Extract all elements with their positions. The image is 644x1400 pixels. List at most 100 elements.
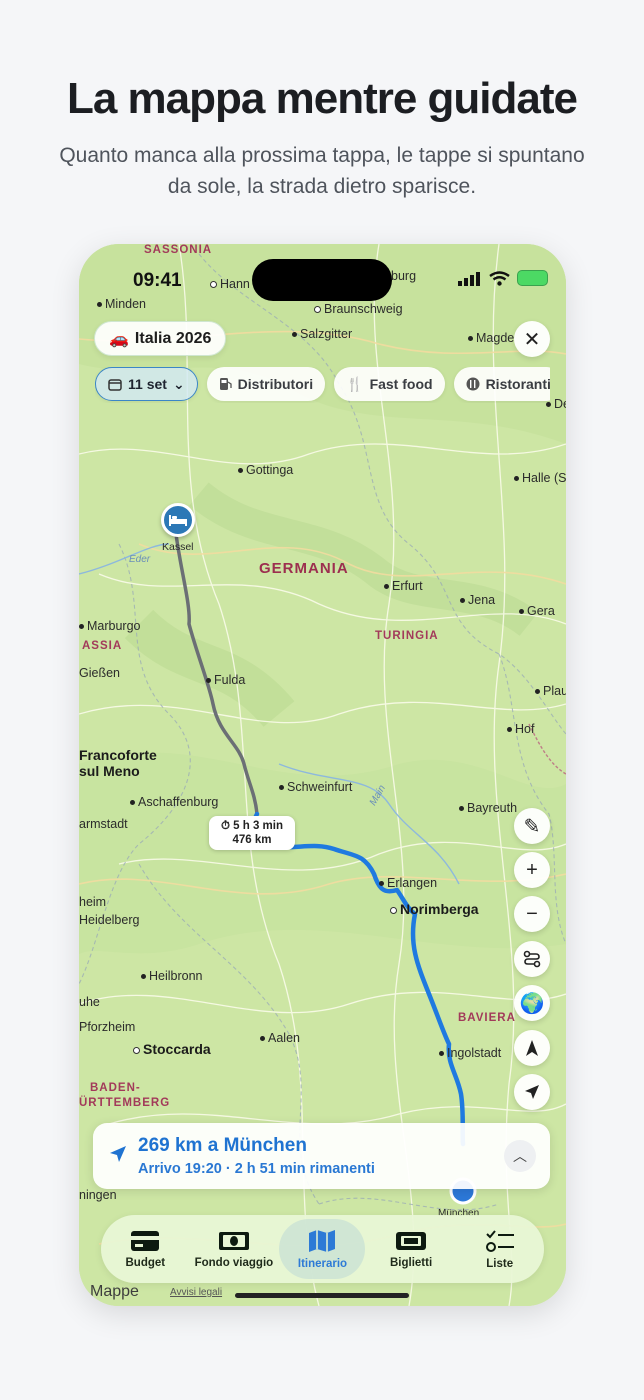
trip-selector[interactable]: 🚗 Italia 2026 (94, 321, 227, 356)
segment-duration-badge: ⏱ 5 h 3 min 476 km (209, 816, 295, 850)
plus-icon: + (526, 858, 538, 881)
minus-icon: − (526, 902, 538, 925)
compass-button[interactable] (514, 1030, 550, 1066)
compass-icon (526, 1040, 538, 1056)
hero-subtitle-line-1: Quanto manca alla prossima tappa, le tap… (59, 144, 585, 167)
map-label-eder: Eder (129, 554, 151, 565)
tab-fondo-viaggio[interactable]: Fondo viaggio (191, 1219, 277, 1279)
map-label-de: De (546, 397, 566, 411)
map-label-bayreuth: Bayreuth (459, 801, 517, 815)
map-label-aschaffenburg: Aschaffenburg (130, 795, 218, 809)
map-label-salzgitter: Salzgitter (292, 327, 352, 341)
fuel-chip[interactable]: Distributori (206, 367, 326, 401)
status-time: 09:41 (133, 270, 182, 291)
checklist-icon (485, 1229, 514, 1252)
map-label-assia: ASSIA (82, 640, 123, 652)
ticket-icon (396, 1231, 427, 1250)
stopwatch-icon: ⏱ (220, 820, 230, 832)
tab-itinerario-label: Itinerario (297, 1257, 348, 1270)
chevron-down-icon: ⌄ (172, 375, 185, 392)
map-label-hann: Hann (210, 277, 250, 291)
close-icon: ✕ (523, 328, 541, 351)
wifi-icon (489, 270, 510, 286)
arrival-eta: Arrivo 19:20 · 2 h 51 min rimanenti (138, 1161, 375, 1177)
expand-button[interactable]: ︿ (504, 1140, 536, 1172)
distance-to-next: 269 km a München (138, 1135, 307, 1156)
map-label-pforzheim: Pforzheim (79, 1020, 136, 1034)
fuel-chip-label: Distributori (237, 376, 314, 392)
map-label-halle: Halle (S (514, 471, 566, 485)
phone-screen: 09:41 🚗 Italia 2026 ✕ 11 set ⌄ Distribut… (79, 244, 566, 1306)
hotel-stop-pin[interactable] (161, 503, 195, 537)
segment-duration: 5 h 3 min (233, 820, 284, 832)
map-label-stoccarda: Stoccarda (133, 1041, 211, 1057)
car-icon: 🚗 (109, 330, 129, 348)
hero-subtitle-line-2: da sole, la strada dietro sparisce. (167, 175, 477, 198)
map-label-ingolstadt: Ingolstadt (439, 1046, 501, 1060)
map-label-minden: Minden (97, 297, 146, 311)
map-label-sassonia: SASSONIA (144, 244, 213, 256)
tab-budget-label: Budget (125, 1256, 166, 1269)
home-indicator (235, 1293, 409, 1298)
map-label-giessen: Gießen (79, 666, 120, 680)
tab-bar: Budget Fondo viaggio Itinerario Bigliett… (101, 1215, 544, 1283)
map-label-burg: burg (391, 269, 417, 283)
maps-brand: Mappe (90, 1283, 139, 1300)
card-icon (131, 1230, 160, 1251)
tab-budget[interactable]: Budget (102, 1219, 188, 1279)
signal-icon (458, 271, 480, 286)
map-label-uhe: uhe (79, 995, 100, 1009)
locate-me-button[interactable] (514, 1074, 550, 1110)
date-chip-label: 11 set (128, 376, 167, 392)
map-label-gottinga: Gottinga (238, 463, 293, 477)
map-label-wurttemberg: ÜRTTEMBERG (79, 1097, 171, 1109)
restaurants-chip[interactable]: Ristoranti (453, 367, 550, 401)
map-label-germania: GERMANIA (259, 560, 349, 577)
map-label-marburgo: Marburgo (79, 619, 141, 633)
map-label-aalen: Aalen (260, 1031, 300, 1045)
tab-itinerario[interactable]: Itinerario (279, 1219, 366, 1279)
globe-view-button[interactable]: 🌍 (514, 985, 550, 1021)
calendar-icon (108, 378, 122, 391)
tab-liste-label: Liste (486, 1257, 514, 1270)
trip-name: Italia 2026 (134, 329, 212, 347)
map-label-fulda: Fulda (206, 673, 245, 687)
map-label-braunschweig: Braunschweig (314, 302, 403, 316)
bed-icon (169, 515, 187, 526)
tab-liste[interactable]: Liste (457, 1219, 543, 1279)
map-label-heilbronn: Heilbronn (141, 969, 203, 983)
fast-food-chip[interactable]: 🍴 Fast food (334, 367, 445, 401)
map-label-heidelberg: Heidelberg (79, 913, 140, 927)
map-label-armstadt: armstadt (79, 817, 128, 831)
zoom-out-button[interactable]: − (514, 896, 550, 932)
map-label-baviera: BAVIERA (458, 1012, 516, 1024)
close-button[interactable]: ✕ (514, 321, 550, 357)
legal-link[interactable]: Avvisi legali (170, 1287, 222, 1298)
restaurants-chip-label: Ristoranti (485, 376, 550, 392)
route-icon (523, 950, 541, 968)
map-label-norimberga: Norimberga (390, 901, 479, 917)
map-label-erfurt: Erfurt (384, 579, 423, 593)
hero-subtitle: Quanto manca alla prossima tappa, le tap… (40, 140, 604, 202)
map-label-gera: Gera (519, 604, 555, 618)
map-label-heim: heim (79, 895, 107, 909)
map-label-baden: BADEN- (90, 1082, 141, 1094)
map-label-jena: Jena (460, 593, 495, 607)
location-arrow-icon (525, 1085, 539, 1099)
edit-route-button[interactable]: ✎ (514, 808, 550, 844)
navigation-card[interactable]: 269 km a München Arrivo 19:20 · 2 h 51 m… (93, 1123, 550, 1189)
dynamic-island (252, 259, 392, 301)
banknote-icon (218, 1231, 249, 1250)
tab-biglietti[interactable]: Biglietti (368, 1219, 454, 1279)
fast-food-chip-label: Fast food (369, 376, 433, 392)
globe-icon: 🌍 (519, 992, 545, 1015)
map-label-francoforte: Francoforte sul Meno (79, 747, 157, 779)
route-mode-button[interactable] (514, 941, 550, 977)
status-icons (458, 270, 548, 286)
chevron-up-icon: ︿ (513, 1148, 527, 1164)
tab-biglietti-label: Biglietti (389, 1256, 433, 1269)
zoom-in-button[interactable]: + (514, 852, 550, 888)
map-label-magde: Magde (468, 331, 514, 345)
date-chip[interactable]: 11 set ⌄ (95, 367, 198, 401)
map-footer: Mappe Avvisi legali (79, 1281, 566, 1306)
